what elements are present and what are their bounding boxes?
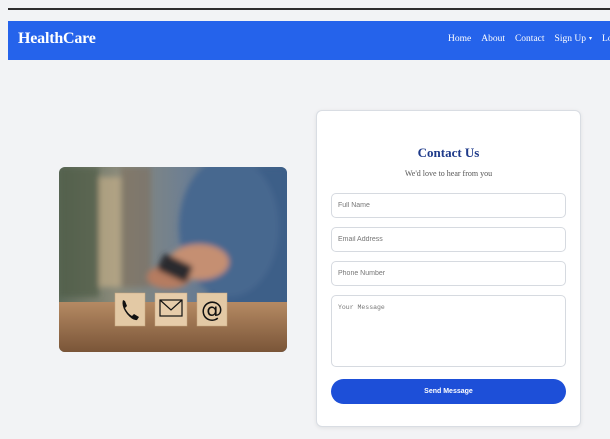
chevron-down-icon: ▾ bbox=[588, 36, 592, 42]
contact-card: Contact Us We'd love to hear from you Se… bbox=[316, 110, 581, 427]
nav-contact[interactable]: Contact bbox=[515, 34, 545, 44]
email-input[interactable] bbox=[331, 227, 566, 252]
nav-login[interactable]: Login bbox=[602, 34, 610, 44]
message-textarea[interactable] bbox=[331, 295, 566, 367]
top-border bbox=[8, 8, 610, 10]
phone-input[interactable] bbox=[331, 261, 566, 286]
nav-links: Home About Contact Sign Up▾ Login bbox=[448, 34, 610, 44]
contact-subtitle: We'd love to hear from you bbox=[404, 169, 493, 178]
brand-logo[interactable]: HealthCare bbox=[18, 30, 96, 48]
contact-photo-illustration: @ bbox=[59, 167, 287, 352]
svg-text:@: @ bbox=[201, 298, 223, 323]
nav-signup-label: Sign Up bbox=[554, 34, 586, 44]
contact-hero-image: @ bbox=[59, 167, 287, 352]
full-name-input[interactable] bbox=[331, 193, 566, 218]
nav-about[interactable]: About bbox=[481, 34, 505, 44]
nav-signup-dropdown[interactable]: Sign Up ▾ bbox=[555, 34, 592, 44]
send-message-button[interactable]: Send Message bbox=[331, 379, 566, 404]
nav-home[interactable]: Home bbox=[448, 34, 471, 44]
contact-title: Contact Us bbox=[417, 145, 480, 160]
navbar: HealthCare Home About Contact Sign Up ▾ L… bbox=[8, 21, 610, 60]
